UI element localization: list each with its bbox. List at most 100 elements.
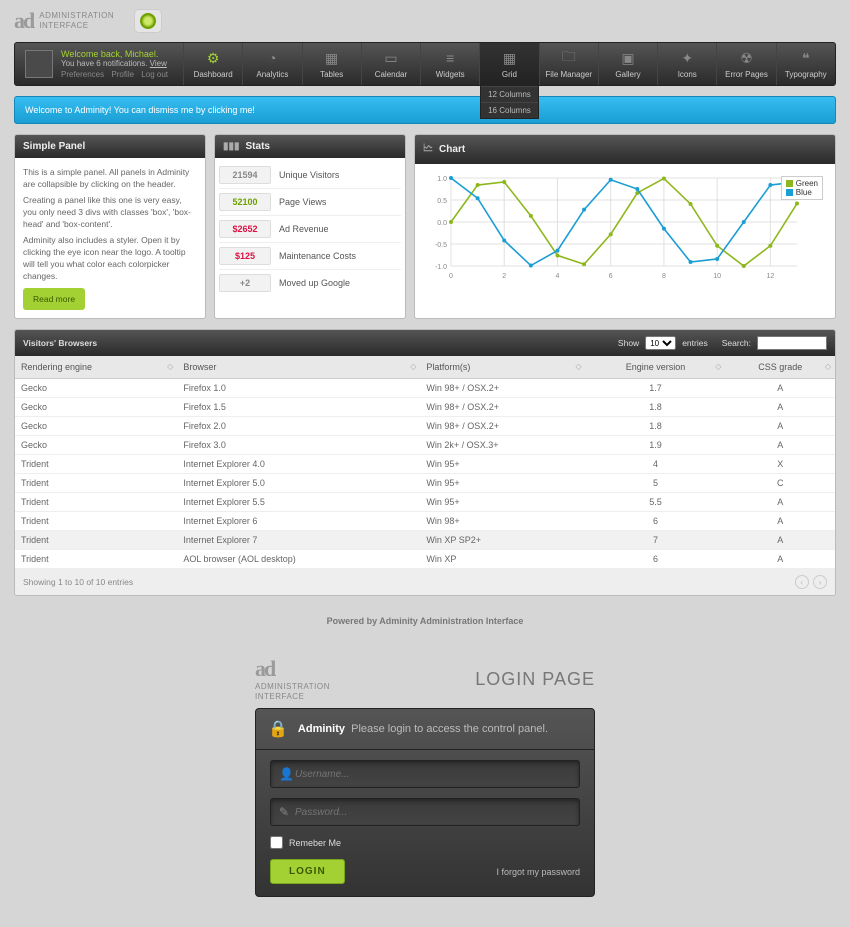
table-cell: Firefox 2.0 <box>177 417 420 436</box>
col-header[interactable]: Browser◇ <box>177 356 420 379</box>
svg-text:1.0: 1.0 <box>437 176 447 183</box>
stat-label: Moved up Google <box>279 278 350 288</box>
col-header[interactable]: Platform(s)◇ <box>420 356 585 379</box>
col-header[interactable]: CSS grade◇ <box>725 356 835 379</box>
legend-item: Blue <box>786 188 818 197</box>
table-cell: Win 98+ <box>420 512 585 531</box>
search-input[interactable] <box>757 336 827 350</box>
sort-icon: ◇ <box>167 362 173 371</box>
stat-value: $2652 <box>219 220 271 238</box>
table-cell: Trident <box>15 550 177 569</box>
password-field-wrap[interactable]: ✎ <box>270 798 580 826</box>
styler-toggle[interactable] <box>134 9 162 33</box>
table-cell: Trident <box>15 474 177 493</box>
avatar <box>25 50 53 78</box>
table-cell: A <box>725 531 835 550</box>
view-link[interactable]: View <box>150 59 167 68</box>
table-cell: A <box>725 550 835 569</box>
simple-p3: Adminity also includes a styler. Open it… <box>23 234 197 282</box>
read-more-button[interactable]: Read more <box>23 288 85 310</box>
nav-label: Widgets <box>423 70 477 79</box>
forgot-password-link[interactable]: I forgot my password <box>496 867 580 877</box>
error-pages-icon: ☢ <box>719 49 773 67</box>
stats-icon: ▮▮▮ <box>223 141 240 152</box>
nav-item-icons[interactable]: ✦Icons <box>657 43 716 85</box>
table-cell: 6 <box>586 512 726 531</box>
svg-text:0.0: 0.0 <box>437 220 447 227</box>
stat-row: 52100Page Views <box>219 189 401 216</box>
nav-item-tables[interactable]: ▦Tables <box>302 43 361 85</box>
simple-panel-header[interactable]: Simple Panel <box>15 135 205 158</box>
table-cell: Internet Explorer 4.0 <box>177 455 420 474</box>
nav-label: Gallery <box>601 70 655 79</box>
nav-item-analytics[interactable]: ◔Analytics <box>242 43 301 85</box>
notification-text: You have 6 notifications. View <box>61 59 173 68</box>
svg-text:0: 0 <box>449 273 453 280</box>
dashboard-icon: ⚙ <box>186 49 240 67</box>
nav-item-gallery[interactable]: ▣ Gallery <box>598 43 657 85</box>
stat-value: 52100 <box>219 193 271 211</box>
svg-text:4: 4 <box>556 273 560 280</box>
table-cell: Firefox 3.0 <box>177 436 420 455</box>
nav-item-widgets[interactable]: ≡Widgets <box>420 43 479 85</box>
entries-label: entries <box>682 338 708 348</box>
login-brand: ad ADMINISTRATION INTERFACE <box>255 656 330 702</box>
preferences-link[interactable]: Preferences <box>61 70 104 79</box>
table-cell: Gecko <box>15 417 177 436</box>
top-logo-bar: ad ADMINISTRATION INTERFACE <box>0 0 850 42</box>
nav-item-error-pages[interactable]: ☢ Error Pages <box>716 43 775 85</box>
table-cell: Firefox 1.5 <box>177 398 420 417</box>
page-next[interactable]: › <box>813 575 827 589</box>
user-box: Welcome back, Michael. You have 6 notifi… <box>15 43 183 85</box>
username-input[interactable] <box>295 769 571 780</box>
main-row: Simple Panel This is a simple panel. All… <box>14 134 836 319</box>
table-cell: Win 98+ / OSX.2+ <box>420 417 585 436</box>
password-input[interactable] <box>295 807 571 818</box>
profile-link[interactable]: Profile <box>111 70 134 79</box>
table-header: Visitors' Browsers Show 10 entries Searc… <box>15 330 835 356</box>
nav-label: Tables <box>305 70 359 79</box>
table-cell: 6 <box>586 550 726 569</box>
table-cell: Internet Explorer 6 <box>177 512 420 531</box>
username-field-wrap[interactable]: 👤 <box>270 760 580 788</box>
nav-label: Analytics <box>245 70 299 79</box>
nav-item-grid[interactable]: ▦Grid12 Columns16 Columns <box>479 43 538 85</box>
table-cell: Win 98+ / OSX.2+ <box>420 379 585 398</box>
file-manager-icon: 🗀 <box>542 49 596 67</box>
simple-p1: This is a simple panel. All panels in Ad… <box>23 166 197 190</box>
entries-select[interactable]: 10 <box>645 336 676 350</box>
table-cell: Win 95+ <box>420 455 585 474</box>
login-button[interactable]: LOGIN <box>270 859 345 884</box>
table-cell: 7 <box>586 531 726 550</box>
logout-link[interactable]: Log out <box>141 70 168 79</box>
table-row: TridentAOL browser (AOL desktop)Win XP6A <box>15 550 835 569</box>
col-header[interactable]: Rendering engine◇ <box>15 356 177 379</box>
nav-item-dashboard[interactable]: ⚙Dashboard <box>183 43 242 85</box>
table-cell: Win XP <box>420 550 585 569</box>
stats-panel-header[interactable]: ▮▮▮Stats <box>215 135 405 158</box>
nav-item-typography[interactable]: ❝Typography <box>776 43 835 85</box>
table-row: TridentInternet Explorer 5.0Win 95+5C <box>15 474 835 493</box>
remember-me[interactable]: Remeber Me <box>270 836 580 849</box>
sort-icon: ◇ <box>575 362 581 371</box>
table-cell: 1.9 <box>586 436 726 455</box>
nav-item-file-manager[interactable]: 🗀 File Manager <box>539 43 598 85</box>
nav-label: File Manager <box>542 70 596 79</box>
remember-checkbox[interactable] <box>270 836 283 849</box>
nav-item-calendar[interactable]: ▭Calendar <box>361 43 420 85</box>
chart-panel-header[interactable]: 🗠Chart <box>415 135 835 164</box>
table-cell: 5.5 <box>586 493 726 512</box>
page-prev[interactable]: ‹ <box>795 575 809 589</box>
col-header[interactable]: Engine version◇ <box>586 356 726 379</box>
nav-label: Error Pages <box>719 70 773 79</box>
simple-panel: Simple Panel This is a simple panel. All… <box>14 134 206 319</box>
dropdown-item[interactable]: 12 Columns <box>481 86 537 102</box>
svg-text:12: 12 <box>766 273 774 280</box>
svg-text:-1.0: -1.0 <box>435 264 447 271</box>
dismissable-alert[interactable]: Welcome to Adminity! You can dismiss me … <box>14 96 836 124</box>
gallery-icon: ▣ <box>601 49 655 67</box>
dropdown-item[interactable]: 16 Columns <box>481 102 537 118</box>
brand: ad ADMINISTRATION INTERFACE <box>14 8 114 34</box>
table-cell: Gecko <box>15 436 177 455</box>
search-label: Search: <box>722 338 751 348</box>
